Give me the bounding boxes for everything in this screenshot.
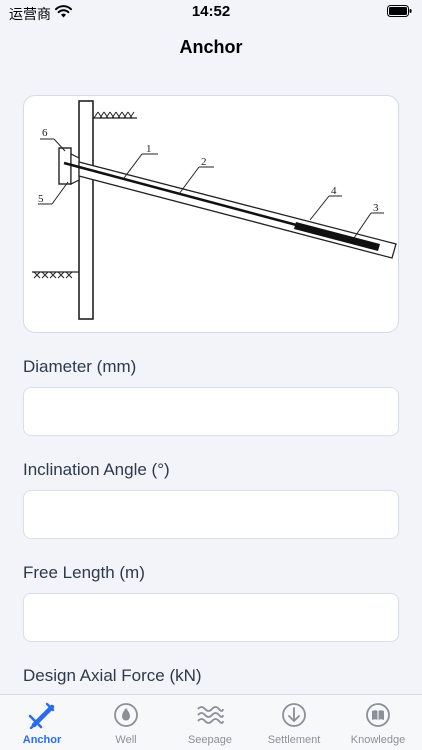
page-title: Anchor [179,37,243,57]
status-time: 14:52 [191,3,231,20]
inclination-angle-input[interactable] [23,490,399,539]
anchor-icon [28,702,55,729]
callout-1: 1 [146,143,152,155]
diameter-input[interactable] [23,387,399,436]
tab-anchor[interactable]: Anchor [0,695,84,750]
water-drop-icon [114,703,138,727]
tab-bar: Anchor Well Seepage Settlement Knowledge [0,694,422,750]
tab-well-label: Well [115,734,137,746]
book-icon [366,703,390,727]
tab-settlement[interactable]: Settlement [252,695,336,750]
battery-icon [387,5,412,17]
tab-seepage[interactable]: Seepage [168,695,252,750]
tab-knowledge-label: Knowledge [350,734,406,746]
diameter-label: Diameter (mm) [23,357,137,376]
callout-6: 6 [42,127,48,139]
arrow-down-circle-icon [282,703,306,727]
tab-seepage-label: Seepage [187,734,233,746]
callout-3: 3 [373,202,379,214]
tab-well[interactable]: Well [84,695,168,750]
callout-4: 4 [331,185,337,197]
status-bar: 运营商 14:52 [0,0,422,26]
free-length-label: Free Length (m) [23,563,145,582]
anchor-diagram: 1 2 3 4 5 6 [32,100,397,320]
tab-knowledge[interactable]: Knowledge [336,695,420,750]
callout-5: 5 [38,193,44,205]
tab-anchor-label: Anchor [22,734,62,746]
free-length-input[interactable] [23,593,399,642]
anchor-diagram-card: 1 2 3 4 5 6 [23,95,399,333]
retaining-wall [78,100,94,320]
design-axial-force-label: Design Axial Force (kN) [23,666,202,685]
anchor-head [58,147,72,185]
callout-2: 2 [201,156,207,168]
inclination-angle-label: Inclination Angle (°) [23,460,170,479]
waves-icon [197,706,224,724]
tab-settlement-label: Settlement [267,734,321,746]
screen: 运营商 14:52 Anchor 1 2 3 4 5 6 Diameter (m… [0,0,422,750]
